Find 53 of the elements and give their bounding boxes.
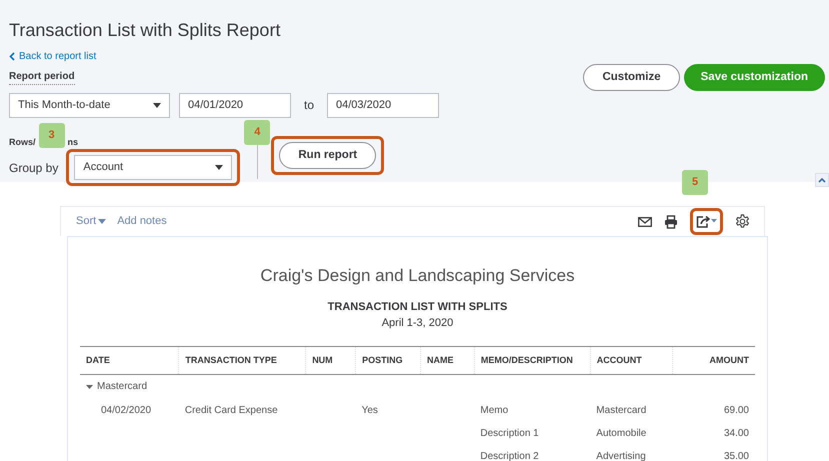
chevron-up-icon <box>817 176 827 184</box>
table-cell-text: Mastercard <box>595 404 648 418</box>
table-cell-text: Credit Card Expense <box>184 404 279 418</box>
period-dropdown[interactable]: This Month-to-date <box>9 92 170 118</box>
step-number-badge: 3 <box>38 122 65 148</box>
page-title: Transaction List with Splits Report <box>9 20 282 42</box>
date-field[interactable]: 04/03/2020 <box>327 92 440 118</box>
column-header: ACCOUNT <box>590 346 672 374</box>
email-icon[interactable] <box>638 216 652 226</box>
table-cell-text: Yes <box>360 404 379 418</box>
print-icon[interactable] <box>664 214 678 228</box>
table-cell-text: Automobile <box>595 427 648 441</box>
step-number-badge: 4 <box>244 120 270 145</box>
column-header: POSTING <box>356 346 420 374</box>
group-by-label: Group by <box>9 160 58 177</box>
rows-columns-label: Rows/ <box>9 136 36 149</box>
step-number-badge: 5 <box>682 170 708 195</box>
back-link[interactable]: Back to report list <box>9 48 96 64</box>
table-cell-text: 34.00 <box>722 427 750 441</box>
settings-icon[interactable] <box>735 214 750 229</box>
table-cell-text: Description 1 <box>479 427 540 441</box>
table-cell-text: 69.00 <box>722 404 750 418</box>
report-period-label: Report period <box>9 68 75 85</box>
column-header: DATE <box>80 346 179 374</box>
export-button[interactable] <box>690 208 723 235</box>
table-cell-text: 35.00 <box>722 450 750 461</box>
column-header: MEMO/DESCRIPTION <box>474 346 590 374</box>
company-name: Craig's Design and Landscaping Services <box>259 265 576 287</box>
caret-icon <box>153 102 161 108</box>
customize-button[interactable]: Customize <box>583 64 680 92</box>
group-row-toggle[interactable]: Mastercard <box>86 379 148 394</box>
add-notes-link[interactable]: Add notes <box>117 213 167 230</box>
column-header: TRANSACTION TYPE <box>178 346 306 374</box>
sort-link[interactable]: Sort <box>76 213 106 230</box>
table-cell-text: 04/02/2020 <box>100 404 152 418</box>
column-header: AMOUNT <box>672 346 755 374</box>
date-field[interactable]: 04/01/2020 <box>179 92 291 118</box>
table-cell-text: Advertising <box>595 450 647 461</box>
table-cell-text: Memo <box>479 404 510 418</box>
chevron-left-icon <box>9 52 15 61</box>
rows-columns-label: ns <box>68 136 78 149</box>
caret-icon <box>215 165 224 170</box>
to-label: to <box>304 97 314 114</box>
collapse-button[interactable] <box>815 173 829 187</box>
column-header: NUM <box>306 346 356 374</box>
table-cell-text: Description 2 <box>479 450 540 461</box>
caret-icon <box>98 218 106 224</box>
report-title: TRANSACTION LIST WITH SPLITS <box>326 300 508 314</box>
group-by-dropdown[interactable]: Account <box>74 155 232 180</box>
run-report-button[interactable]: Run report <box>279 142 376 169</box>
export-icon <box>696 215 717 228</box>
column-header: NAME <box>420 346 474 374</box>
report-date-range: April 1-3, 2020 <box>380 316 454 331</box>
